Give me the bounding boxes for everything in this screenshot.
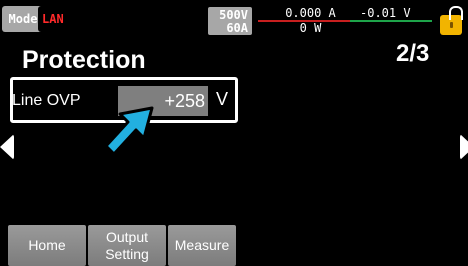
rating-current: 60A	[226, 21, 248, 35]
page-number: 2/3	[396, 40, 430, 67]
measured-voltage: -0.01 V	[360, 6, 411, 20]
home-softkey-label: Home	[28, 237, 66, 253]
setting-unit: V	[216, 89, 229, 109]
rating-display: 500V 60A	[208, 7, 252, 35]
rating-voltage: 500V	[219, 8, 248, 22]
measured-current: 0.000 A	[285, 6, 336, 20]
lan-badge: LAN	[38, 6, 80, 32]
right-arrow-icon[interactable]	[460, 134, 468, 160]
output-setting-softkey[interactable]: Output Setting	[88, 225, 166, 266]
voltage-divider	[350, 20, 432, 22]
measure-softkey[interactable]: Measure	[168, 225, 236, 266]
lock-open-icon[interactable]	[440, 15, 462, 35]
output-softkey-label-line1: Output	[105, 229, 149, 245]
home-softkey[interactable]: Home	[8, 225, 86, 266]
output-softkey-label-line2: Setting	[105, 246, 149, 262]
measured-power: 0 W	[299, 21, 322, 35]
left-arrow-icon[interactable]	[0, 134, 14, 160]
measure-softkey-label: Measure	[174, 237, 230, 253]
setting-label: Line OVP	[12, 92, 81, 109]
pointer-arrow-icon	[104, 106, 154, 156]
page-title: Protection	[22, 46, 146, 74]
